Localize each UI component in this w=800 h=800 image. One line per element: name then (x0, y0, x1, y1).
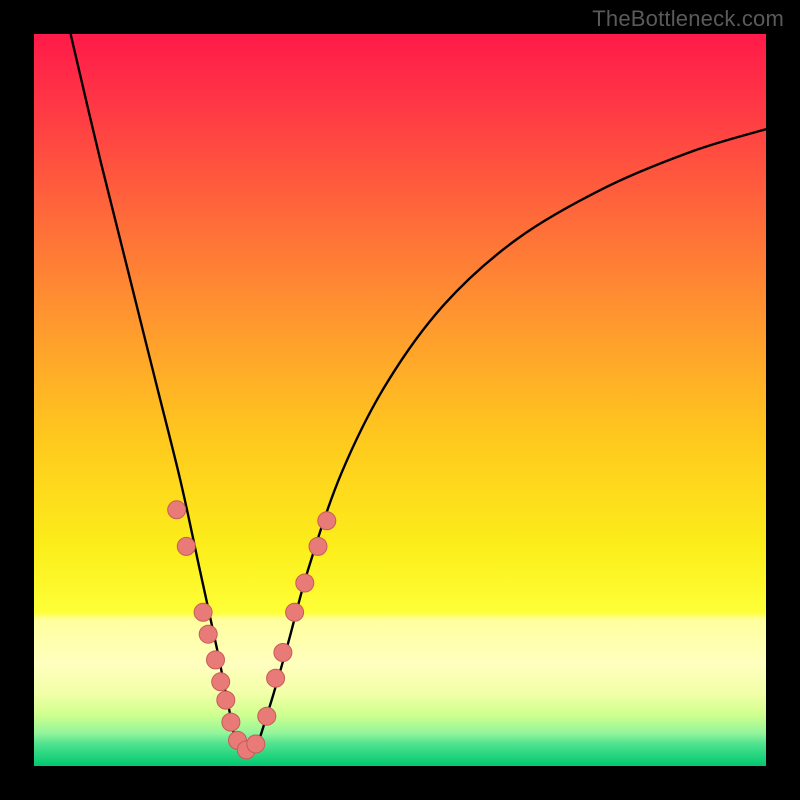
curve-path (71, 34, 766, 757)
marker-dot (286, 603, 304, 621)
marker-dot (267, 669, 285, 687)
marker-dot (168, 501, 186, 519)
watermark-text: TheBottleneck.com (592, 6, 784, 32)
marker-dot (199, 625, 217, 643)
marker-dot (222, 713, 240, 731)
marker-dot (177, 537, 195, 555)
marker-dot (212, 673, 230, 691)
marker-dot (217, 691, 235, 709)
chart-frame: TheBottleneck.com (0, 0, 800, 800)
marker-dot (274, 644, 292, 662)
bottleneck-curve (34, 34, 766, 766)
marker-dot (309, 537, 327, 555)
plot-area (34, 34, 766, 766)
marker-dot (194, 603, 212, 621)
marker-dot (247, 735, 265, 753)
marker-dot (258, 707, 276, 725)
marker-dot (318, 512, 336, 530)
marker-dot (296, 574, 314, 592)
marker-dot (207, 651, 225, 669)
